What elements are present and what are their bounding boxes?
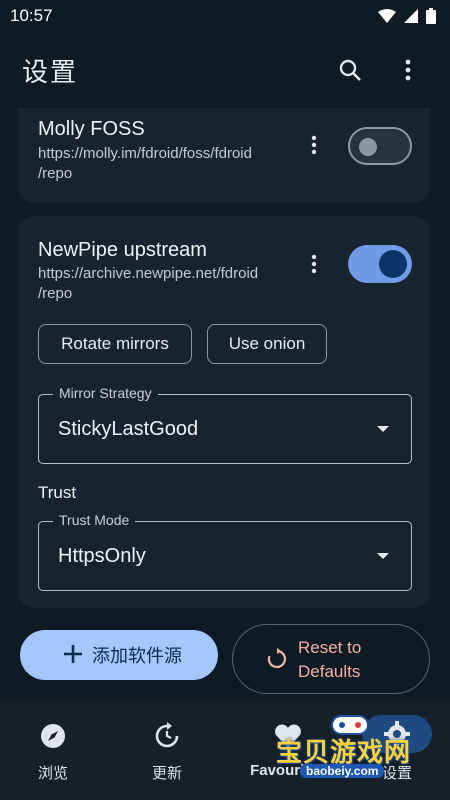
page-title: 设置 bbox=[22, 56, 79, 87]
battery-icon bbox=[426, 8, 436, 24]
trust-mode-label: Trust Mode bbox=[53, 512, 136, 528]
repo-url: https://archive.newpipe.net/fdroid /repo bbox=[38, 264, 308, 304]
trust-section-title: Trust bbox=[38, 483, 77, 502]
more-vert-icon bbox=[405, 59, 411, 81]
settings-content[interactable]: Molly FOSS https://molly.im/fdroid/foss/… bbox=[0, 108, 450, 700]
search-button[interactable] bbox=[330, 50, 370, 90]
refresh-icon bbox=[155, 722, 179, 748]
compass-icon bbox=[41, 724, 65, 748]
status-time: 10:57 bbox=[10, 6, 53, 25]
mirror-strategy-label: Mirror Strategy bbox=[53, 385, 158, 401]
repo-card-newpipe: NewPipe upstream https://archive.newpipe… bbox=[18, 216, 430, 608]
nav-label: 更新 bbox=[151, 765, 182, 782]
repo-url-line-2: /repo bbox=[38, 165, 73, 182]
reset-label-line-2: Defaults bbox=[298, 662, 361, 681]
repo-url-line-1: https://archive.newpipe.net/fdroid bbox=[38, 265, 259, 282]
nav-item-updates[interactable]: 更新 bbox=[122, 718, 212, 783]
plus-icon bbox=[64, 645, 82, 663]
trust-mode-select[interactable]: Trust Mode HttpsOnly bbox=[38, 512, 412, 591]
mirror-strategy-select[interactable]: Mirror Strategy StickyLastGood bbox=[38, 385, 412, 464]
nav-item-browse[interactable]: 浏览 bbox=[8, 718, 98, 783]
reset-label-line-1: Reset to bbox=[298, 638, 362, 657]
search-icon bbox=[339, 59, 361, 81]
more-vert-icon bbox=[311, 135, 317, 155]
repo-url: https://molly.im/fdroid/foss/fdroid /rep… bbox=[38, 144, 308, 184]
toggle-knob bbox=[379, 250, 407, 278]
repo-url-line-1: https://molly.im/fdroid/foss/fdroid bbox=[38, 145, 252, 162]
repo-card-molly: Molly FOSS https://molly.im/fdroid/foss/… bbox=[18, 108, 430, 203]
repo-more-button[interactable] bbox=[302, 244, 326, 284]
wifi-icon bbox=[378, 9, 396, 23]
repo-url-line-2: /repo bbox=[38, 285, 73, 302]
restore-icon bbox=[267, 648, 286, 669]
repo-more-button[interactable] bbox=[302, 125, 326, 165]
add-repo-button[interactable]: 添加软件源 bbox=[20, 630, 218, 680]
overflow-menu-button[interactable] bbox=[388, 50, 428, 90]
watermark-logo: 宝贝游戏网 baobeiy.com bbox=[270, 712, 420, 782]
signal-icon bbox=[404, 9, 418, 23]
reset-defaults-button[interactable]: Reset to Defaults bbox=[232, 624, 430, 694]
status-bar: 10:57 bbox=[0, 0, 450, 32]
app-bar: 设置 bbox=[0, 32, 450, 108]
status-icons bbox=[378, 8, 436, 24]
dropdown-arrow-icon bbox=[377, 553, 389, 559]
dropdown-arrow-icon bbox=[377, 426, 389, 432]
trust-mode-value: HttpsOnly bbox=[58, 545, 146, 567]
add-repo-label: 添加软件源 bbox=[92, 646, 182, 666]
repo-enable-toggle[interactable] bbox=[348, 245, 412, 283]
watermark-url: baobeiy.com bbox=[300, 764, 385, 778]
repo-name: NewPipe upstream bbox=[38, 239, 207, 261]
more-vert-icon bbox=[311, 254, 317, 274]
mirror-strategy-value: StickyLastGood bbox=[58, 418, 199, 440]
repo-enable-toggle[interactable] bbox=[348, 127, 412, 165]
repo-name: Molly FOSS bbox=[38, 118, 145, 140]
rotate-mirrors-button[interactable]: Rotate mirrors bbox=[38, 324, 192, 364]
toggle-knob bbox=[359, 138, 377, 156]
nav-label: 浏览 bbox=[37, 765, 68, 782]
use-onion-button[interactable]: Use onion bbox=[207, 324, 327, 364]
